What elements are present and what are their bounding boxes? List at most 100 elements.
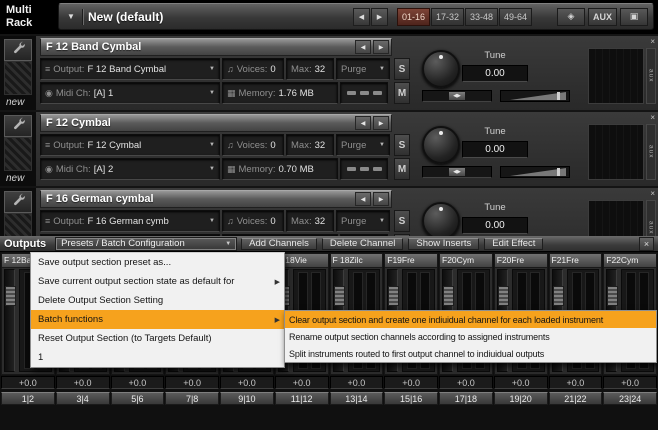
channel-gain-value[interactable]: +0.0: [493, 376, 548, 389]
channel-gain-value[interactable]: +0.0: [548, 376, 603, 389]
tune-value[interactable]: 0.00: [462, 141, 528, 158]
pan-handle[interactable]: ◀▶: [449, 92, 465, 100]
solo-button[interactable]: S: [394, 134, 410, 156]
channel-output-pair-button[interactable]: 5|6: [110, 392, 165, 405]
volume-handle[interactable]: [557, 168, 560, 176]
max-voices-field[interactable]: Max: 32: [286, 134, 334, 156]
page-tab[interactable]: 33-48: [464, 7, 498, 26]
submenu-item[interactable]: Split instruments routed to first output…: [285, 345, 656, 362]
slot-title-bar[interactable]: F 12 Cymbal ◀ ▶: [40, 114, 392, 132]
channel-output-pair-button[interactable]: 13|14: [329, 392, 384, 405]
aux-tab[interactable]: aux: [646, 48, 656, 104]
aux-tab[interactable]: aux: [646, 124, 656, 180]
solo-button[interactable]: S: [394, 58, 410, 80]
channel-output-pair-button[interactable]: 3|4: [55, 392, 110, 405]
output-select[interactable]: ≡ Output: F 12 Cymbal ▼: [40, 134, 220, 156]
tune-knob[interactable]: [422, 202, 460, 240]
fader-handle[interactable]: [443, 286, 454, 306]
purge-menu-button[interactable]: Purge ▼: [336, 134, 390, 156]
pan-slider[interactable]: ◀▶: [422, 166, 492, 178]
channel-gain-value[interactable]: +0.0: [329, 376, 384, 389]
menu-item[interactable]: 1 ▶: [31, 348, 284, 367]
diamond-icon[interactable]: ◈: [556, 7, 585, 26]
tune-knob[interactable]: [422, 126, 460, 164]
slot-next-button[interactable]: ▶: [373, 40, 389, 54]
menu-item[interactable]: Reset Output Section (to Targets Default…: [31, 329, 284, 348]
slot-close-button[interactable]: ×: [650, 113, 655, 122]
channel-output-pair-button[interactable]: 17|18: [439, 392, 493, 405]
page-tab[interactable]: 01-16: [396, 7, 430, 26]
slot-title-bar[interactable]: F 12 Band Cymbal ◀ ▶: [40, 38, 392, 56]
menu-item[interactable]: Save current output section state as def…: [31, 272, 284, 291]
max-voices-field[interactable]: Max: 32: [286, 58, 334, 80]
fader-handle[interactable]: [607, 286, 619, 306]
channel-output-pair-button[interactable]: 9|10: [220, 392, 274, 405]
page-tab[interactable]: 17-32: [430, 7, 464, 26]
multi-prev-button[interactable]: ◀: [352, 7, 370, 26]
output-select[interactable]: ≡ Output: F 12 Band Cymbal ▼: [40, 58, 220, 80]
fader-handle[interactable]: [5, 286, 16, 306]
tune-knob[interactable]: [422, 50, 460, 88]
presets-batch-configuration-button[interactable]: Presets / Batch Configuration ▼: [56, 237, 237, 250]
slot-prev-button[interactable]: ◀: [355, 40, 371, 54]
slot-title-bar[interactable]: F 16 German cymbal ◀ ▶: [40, 190, 392, 208]
slot-close-button[interactable]: ×: [650, 189, 655, 198]
solo-button[interactable]: S: [394, 210, 410, 232]
pan-handle[interactable]: ◀▶: [449, 168, 465, 176]
aux-sends-button[interactable]: AUX: [587, 7, 617, 26]
outputs-action-button[interactable]: Delete Channel: [321, 237, 404, 250]
output-select[interactable]: ≡ Output: F 16 German cymb ▼: [40, 210, 220, 232]
channel-gain-value[interactable]: +0.0: [220, 376, 274, 389]
channel-gain-value[interactable]: +0.0: [603, 376, 657, 389]
channel-gain-value[interactable]: +0.0: [1, 376, 55, 389]
purge-menu-button[interactable]: Purge ▼: [336, 58, 390, 80]
fader-handle[interactable]: [552, 286, 564, 306]
channel-gain-value[interactable]: +0.0: [439, 376, 493, 389]
midi-channel-select[interactable]: ◉ Midi Ch: [A] 2 ▼: [40, 158, 220, 180]
edit-tool-button[interactable]: [4, 191, 32, 213]
fader-handle[interactable]: [388, 286, 400, 306]
slot-next-button[interactable]: ▶: [373, 116, 389, 130]
menu-item[interactable]: Save output section preset as... ▶: [31, 253, 284, 272]
channel-output-pair-button[interactable]: 19|20: [493, 392, 548, 405]
channel-output-pair-button[interactable]: 23|24: [603, 392, 657, 405]
fader-handle[interactable]: [497, 286, 509, 306]
slot-prev-button[interactable]: ◀: [355, 192, 371, 206]
multi-next-button[interactable]: ▶: [370, 7, 388, 26]
submenu-item[interactable]: Rename output section channels according…: [285, 328, 656, 345]
outputs-action-button[interactable]: Add Channels: [241, 237, 317, 250]
outputs-action-button[interactable]: Edit Effect: [484, 237, 544, 250]
slot-next-button[interactable]: ▶: [373, 192, 389, 206]
tune-value[interactable]: 0.00: [462, 217, 528, 234]
panel-view-icon[interactable]: ▣: [620, 7, 648, 26]
edit-tool-button[interactable]: [4, 115, 32, 137]
slot-prev-button[interactable]: ◀: [355, 116, 371, 130]
channel-output-pair-button[interactable]: 21|22: [548, 392, 603, 405]
midi-channel-select[interactable]: ◉ Midi Ch: [A] 1 ▼: [40, 82, 220, 104]
multi-menu-caret-icon[interactable]: ▼: [64, 12, 78, 21]
edit-tool-button[interactable]: [4, 39, 32, 61]
mute-button[interactable]: M: [394, 82, 410, 104]
page-tab[interactable]: 49-64: [498, 7, 532, 26]
mute-button[interactable]: M: [394, 158, 410, 180]
submenu-item[interactable]: Clear output section and create one indi…: [285, 311, 656, 328]
channel-gain-value[interactable]: +0.0: [55, 376, 110, 389]
volume-handle[interactable]: [557, 92, 560, 100]
pan-slider[interactable]: ◀▶: [422, 90, 492, 102]
channel-output-pair-button[interactable]: 11|12: [274, 392, 329, 405]
volume-slider[interactable]: [500, 166, 570, 178]
slot-close-button[interactable]: ×: [650, 37, 655, 46]
channel-output-pair-button[interactable]: 1|2: [1, 392, 55, 405]
outputs-action-button[interactable]: Show Inserts: [408, 237, 480, 250]
channel-gain-value[interactable]: +0.0: [274, 376, 329, 389]
channel-output-pair-button[interactable]: 7|8: [165, 392, 219, 405]
max-voices-field[interactable]: Max: 32: [286, 210, 334, 232]
channel-gain-value[interactable]: +0.0: [384, 376, 438, 389]
volume-slider[interactable]: [500, 90, 570, 102]
channel-gain-value[interactable]: +0.0: [110, 376, 165, 389]
outputs-close-button[interactable]: ×: [639, 236, 654, 251]
purge-menu-button[interactable]: Purge ▼: [336, 210, 390, 232]
menu-item[interactable]: Delete Output Section Setting ▶: [31, 291, 284, 310]
menu-item[interactable]: Batch functions ▶: [31, 310, 284, 329]
tune-value[interactable]: 0.00: [462, 65, 528, 82]
